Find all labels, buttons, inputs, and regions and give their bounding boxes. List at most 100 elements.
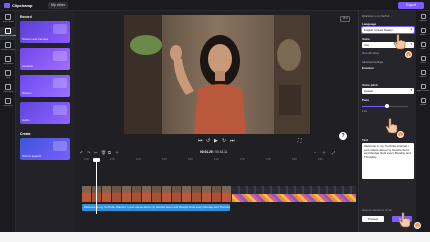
sidebar-item-text[interactable]: Text xyxy=(0,69,16,82)
video-preview[interactable] xyxy=(124,15,310,134)
max-duration-note: Maximum duration is 10 min xyxy=(362,209,392,212)
sidebar-item-fade[interactable]: Fade xyxy=(416,41,430,54)
forward-icon[interactable]: ↻ xyxy=(222,138,226,144)
rewind-icon[interactable]: ↺ xyxy=(206,138,210,144)
zoom-in-icon[interactable]: ＋ xyxy=(322,150,326,156)
ruler-tick: 0:15 xyxy=(162,158,167,161)
ruler-tick: 0:20 xyxy=(188,158,193,161)
editor-window: Clipchamp My video Export Your media Rec… xyxy=(0,0,430,232)
effects-icon xyxy=(420,70,426,75)
video-thumbnail-frame xyxy=(182,186,192,202)
sidebar-item-your-media[interactable]: Your media xyxy=(0,13,16,26)
pace-slider-fill xyxy=(362,106,388,107)
tutorial-step-badge: 3 xyxy=(414,222,421,229)
content-library-icon xyxy=(5,42,11,48)
pace-slider[interactable] xyxy=(362,104,408,108)
pointer-hand-icon xyxy=(393,34,406,50)
view-all-voices-link[interactable]: View all voices xyxy=(362,52,379,55)
delete-icon[interactable]: 🗑 xyxy=(101,150,106,155)
sidebar-item-filters[interactable]: Filters xyxy=(416,55,430,68)
fullscreen-icon[interactable]: ⛶ xyxy=(298,138,302,144)
microphone-icon xyxy=(53,105,67,115)
duplicate-icon[interactable]: ⧉ xyxy=(108,150,111,155)
timeline-toolbar: ↶ ↷ ✂ 🗑 ⧉ ＋ − ＋ ⤢ xyxy=(74,149,350,157)
video-thumbnail-frame xyxy=(212,186,222,202)
ruler-tick: 0:40 xyxy=(292,158,297,161)
voice-pitch-select[interactable]: Default ▾ xyxy=(362,88,414,94)
help-button[interactable]: ? xyxy=(339,132,347,140)
ruler-tick: 0:30 xyxy=(240,158,245,161)
sidebar-item-record-create[interactable]: Record & create xyxy=(0,27,16,40)
advanced-settings-toggle[interactable]: Advanced settings xyxy=(362,61,383,64)
tutorial-step-badge: 2 xyxy=(397,131,404,138)
audio-icon xyxy=(420,28,426,33)
sidebar-item-label: Your media xyxy=(2,21,14,23)
aspect-ratio-button[interactable]: 16:9 xyxy=(340,16,350,22)
pitch-value: Default xyxy=(364,89,373,93)
skip-back-icon[interactable]: ⏮ xyxy=(198,138,203,144)
video-thumbnail-frame xyxy=(132,186,142,202)
video-track-clip[interactable] xyxy=(82,186,232,202)
video-thumbnail-frame xyxy=(202,186,212,202)
voice-value: Ava xyxy=(364,43,369,47)
voice-pitch-label: Voice pitch xyxy=(362,83,378,87)
props-header-title: Welcome to my YouTub... xyxy=(362,15,392,18)
clipchamp-logo-icon xyxy=(4,3,10,8)
sidebar-item-speed[interactable]: Speed xyxy=(416,97,430,110)
sidebar-item-transitions[interactable]: Transitions xyxy=(0,83,16,96)
sidebar-item-label: Adjust colors xyxy=(416,90,430,92)
sidebar-item-label: Brand kit xyxy=(3,105,13,107)
play-icon[interactable]: ▶ xyxy=(214,138,218,144)
text-to-speech-card[interactable]: Text to speech xyxy=(20,138,70,160)
add-icon[interactable]: ＋ xyxy=(115,150,119,156)
export-button[interactable]: Export xyxy=(398,2,424,9)
bottom-margin xyxy=(0,232,430,242)
video-thumbnail-frame xyxy=(142,186,152,202)
sidebar-item-label: Transitions xyxy=(2,91,14,93)
sidebar-item-audio[interactable]: Audio xyxy=(416,27,430,40)
video-thumbnail-frame xyxy=(122,186,132,202)
zoom-out-icon[interactable]: − xyxy=(314,150,316,155)
audio-card[interactable]: Audio xyxy=(20,102,70,124)
sidebar-item-effects[interactable]: Effects xyxy=(416,69,430,82)
top-bar: Clipchamp My video Export xyxy=(0,0,430,11)
sidebar-item-captions[interactable]: Captions xyxy=(416,13,430,26)
split-icon[interactable]: ✂ xyxy=(94,150,97,155)
sidebar-item-brand-kit[interactable]: Brand kit xyxy=(0,97,16,110)
track-band xyxy=(232,186,356,194)
sidebar-item-label: Filters xyxy=(420,62,426,64)
fade-icon xyxy=(420,42,426,47)
video-thumbnail-frame xyxy=(192,186,202,202)
screen-icon xyxy=(53,78,67,88)
left-sidebar: Your media Record & create Content libra… xyxy=(0,11,16,232)
text-to-speech-track-clip[interactable]: Welcome to my YouTube channel. I post vi… xyxy=(82,204,230,211)
camera-card[interactable]: Camera xyxy=(20,48,70,70)
language-label: Language xyxy=(362,22,377,26)
sidebar-item-label: Content library xyxy=(0,49,16,51)
speech-text-input[interactable]: Welcome to my YouTube channel. I post vi… xyxy=(362,143,414,179)
timeline-ruler: 0:00 0:05 0:10 0:15 0:20 0:25 0:30 0:35 … xyxy=(80,158,348,163)
record-heading: Record xyxy=(20,15,32,19)
track-band xyxy=(232,194,356,202)
sidebar-item-adjust-colors[interactable]: Adjust colors xyxy=(416,83,430,96)
pointer-hand-icon xyxy=(398,212,411,228)
transitions-icon xyxy=(5,84,11,90)
preview-button[interactable]: Preview xyxy=(362,216,384,222)
video-thumbnail-frame xyxy=(112,186,122,202)
video-title-tab[interactable]: My video xyxy=(48,2,69,9)
sidebar-item-content-library[interactable]: Content library xyxy=(0,41,16,54)
text-label: Text xyxy=(362,138,368,142)
skip-forward-icon[interactable]: ⏭ xyxy=(230,138,235,144)
sidebar-item-templates[interactable]: Templates xyxy=(0,55,16,68)
background-track-clip[interactable] xyxy=(232,186,356,202)
fit-timeline-icon[interactable]: ⤢ xyxy=(332,150,335,155)
screen-card[interactable]: Screen xyxy=(20,75,70,97)
playhead[interactable] xyxy=(96,160,97,214)
redo-icon[interactable]: ↷ xyxy=(87,150,90,155)
chevron-down-icon: ▾ xyxy=(410,88,412,92)
language-select[interactable]: English (United States) ▾ xyxy=(361,26,415,34)
captions-icon xyxy=(420,14,426,19)
screen-and-camera-card[interactable]: Screen and camera xyxy=(20,21,70,43)
brand-name: Clipchamp xyxy=(12,3,33,8)
undo-icon[interactable]: ↶ xyxy=(80,150,83,155)
